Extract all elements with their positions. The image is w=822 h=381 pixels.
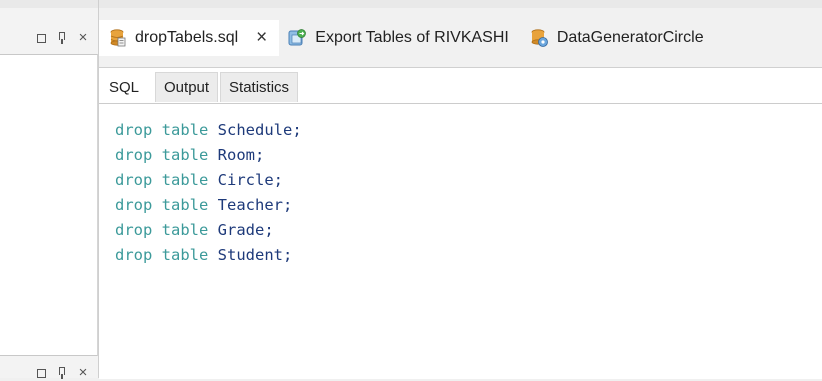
sql-keyword: drop table <box>115 221 209 239</box>
editor-pane: dropTabels.sql × Export Tables of RIVKAS… <box>98 0 822 379</box>
tab-sql[interactable]: SQL <box>101 72 156 102</box>
code-lines: drop table Schedule; drop table Room; dr… <box>115 118 302 268</box>
code-line: drop table Teacher; <box>115 193 302 218</box>
close-icon[interactable]: × <box>76 30 90 45</box>
tab-droptabels-sql[interactable]: dropTabels.sql × <box>99 19 280 56</box>
table-identifier: Student; <box>217 246 293 264</box>
code-line: drop table Student; <box>115 243 302 268</box>
tab-output[interactable]: Output <box>155 72 219 102</box>
sql-keyword: drop table <box>115 246 209 264</box>
table-identifier: Grade; <box>217 221 274 239</box>
sql-keyword: drop table <box>115 146 209 164</box>
code-line: drop table Schedule; <box>115 118 302 143</box>
tab-label: DataGeneratorCircle <box>556 28 704 46</box>
code-line: drop table Grade; <box>115 218 302 243</box>
sql-code-editor[interactable]: drop table Schedule; drop table Room; dr… <box>99 103 822 379</box>
tab-statistics[interactable]: Statistics <box>220 72 299 102</box>
result-sub-tabs: SQL Output Statistics <box>99 68 822 102</box>
left-panel: × × <box>0 0 98 380</box>
tab-label: Export Tables of RIVKASHI <box>315 28 509 46</box>
data-generator-icon <box>531 28 548 47</box>
left-panel-content[interactable] <box>0 54 98 356</box>
close-tab-button[interactable]: × <box>256 28 267 47</box>
code-line: drop table Circle; <box>115 168 302 193</box>
table-identifier: Room; <box>217 146 265 164</box>
code-line: drop table Room; <box>115 143 302 168</box>
top-strip <box>99 0 822 8</box>
sql-keyword: drop table <box>115 171 209 189</box>
tab-datageneratorcircle[interactable]: DataGeneratorCircle <box>521 20 716 56</box>
editor-tab-bar: dropTabels.sql × Export Tables of RIVKAS… <box>99 8 822 68</box>
tab-export-tables[interactable]: Export Tables of RIVKASHI <box>279 20 521 56</box>
sql-file-icon <box>110 28 126 46</box>
table-identifier: Schedule; <box>217 121 302 139</box>
sql-keyword: drop table <box>115 121 209 139</box>
table-identifier: Teacher; <box>217 196 293 214</box>
restore-icon[interactable] <box>34 31 48 45</box>
table-identifier: Circle; <box>217 171 283 189</box>
tab-label: dropTabels.sql <box>135 28 239 46</box>
left-panel-toolbar: × <box>0 23 98 53</box>
sql-keyword: drop table <box>115 196 209 214</box>
export-task-icon <box>288 28 307 45</box>
top-strip <box>0 0 98 8</box>
pin-icon[interactable] <box>55 31 69 45</box>
